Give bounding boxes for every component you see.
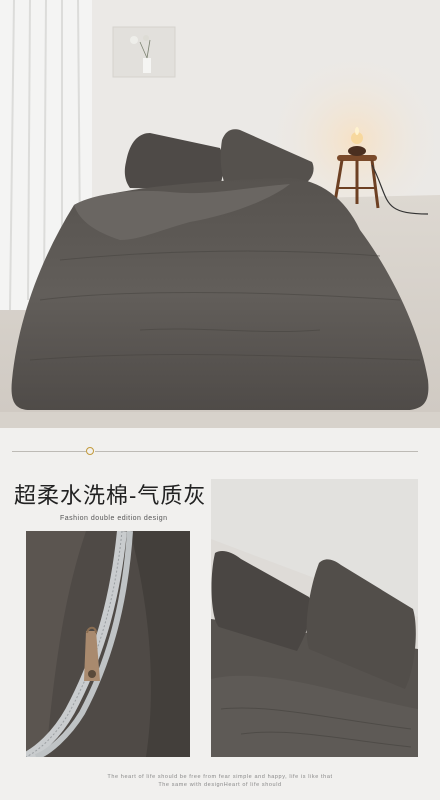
footer-line-2: The same with designHeart of life should bbox=[158, 782, 282, 788]
product-subtitle: Fashion double edition design bbox=[60, 515, 168, 522]
divider-line-left bbox=[12, 451, 86, 452]
divider-line-right bbox=[95, 451, 418, 452]
pillows-detail-photo bbox=[211, 479, 418, 757]
footer-line-1: The heart of life should be free from fe… bbox=[107, 774, 333, 780]
hero-bedroom-photo bbox=[0, 0, 440, 428]
product-title: 超柔水洗棉-气质灰 bbox=[14, 483, 207, 508]
divider-dot-icon bbox=[86, 447, 94, 455]
zipper-detail-photo bbox=[26, 531, 190, 757]
